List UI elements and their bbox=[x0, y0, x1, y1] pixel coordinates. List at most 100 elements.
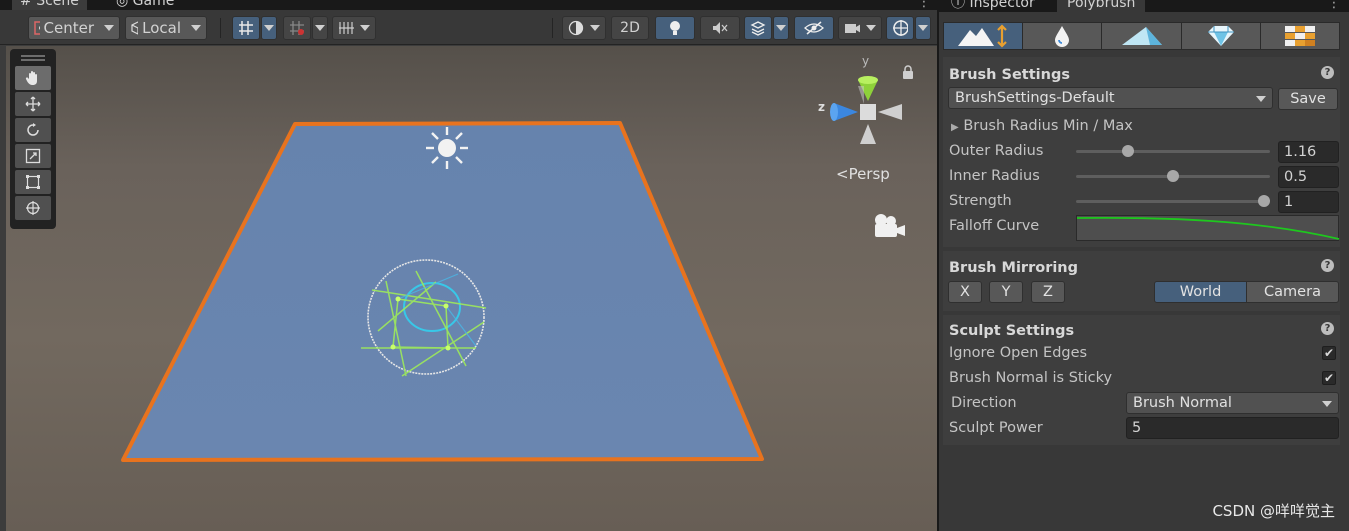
falloff-curve-label: Falloff Curve bbox=[949, 218, 1040, 234]
prefab-mode-icon bbox=[1207, 26, 1234, 46]
tab-game[interactable]: ◎ Game bbox=[108, 0, 182, 10]
grid-snapping-menu[interactable] bbox=[261, 16, 277, 40]
increment-snap-menu[interactable] bbox=[312, 16, 328, 40]
camera-settings-dropdown[interactable] bbox=[838, 16, 882, 40]
move-arrows-icon bbox=[25, 96, 41, 112]
strength-slider-knob[interactable] bbox=[1258, 195, 1270, 207]
orientation-gizmo[interactable] bbox=[830, 76, 902, 144]
scene-viewport[interactable]: y z bbox=[6, 46, 937, 531]
strength-slider[interactable] bbox=[1076, 200, 1270, 203]
ignore-open-edges-checkbox[interactable]: ✔ bbox=[1322, 346, 1336, 360]
snap-settings-dropdown[interactable] bbox=[332, 16, 376, 40]
view-tool-button[interactable] bbox=[15, 66, 51, 90]
mirror-world-button[interactable]: World bbox=[1154, 281, 1247, 303]
strength-label: Strength bbox=[949, 193, 1012, 209]
increment-snap-button[interactable] bbox=[283, 16, 311, 40]
scale-tool-button[interactable] bbox=[15, 144, 51, 168]
toggle-2d-button[interactable]: 2D bbox=[611, 16, 649, 40]
brush-settings-title: Brush Settings bbox=[949, 67, 1070, 83]
scene-view-panel: # Scene ◎ Game ⋮ Center Local 2D y z <Pe… bbox=[0, 0, 937, 531]
mirror-camera-button[interactable]: Camera bbox=[1246, 281, 1339, 303]
move-tool-button[interactable] bbox=[15, 92, 51, 116]
checkmark-icon: ✔ bbox=[1323, 346, 1335, 360]
gizmo-x-axis-cone[interactable] bbox=[878, 104, 902, 120]
grid-snapping-button[interactable] bbox=[232, 16, 260, 40]
lightbulb-icon bbox=[670, 21, 680, 35]
effects-toggle-button[interactable] bbox=[744, 16, 772, 40]
help-icon[interactable]: ? bbox=[1321, 66, 1334, 79]
selected-plane[interactable] bbox=[121, 121, 764, 462]
brush-settings-section: Brush Settings ? BrushSettings-Default S… bbox=[943, 57, 1340, 247]
brush-radius-foldout[interactable]: ▶ Brush Radius Min / Max bbox=[951, 118, 1133, 134]
tab-polybrush[interactable]: Polybrush bbox=[1057, 0, 1146, 12]
chevron-down-icon bbox=[104, 25, 114, 31]
brush-normal-sticky-label: Brush Normal is Sticky bbox=[949, 370, 1113, 386]
snap-settings-icon bbox=[339, 22, 354, 34]
scene-tab-menu-icon[interactable]: ⋮ bbox=[917, 0, 931, 10]
directional-light-icon[interactable] bbox=[426, 127, 468, 169]
gizmos-toggle-button[interactable] bbox=[886, 16, 914, 40]
info-icon: ⓘ bbox=[951, 0, 965, 11]
help-icon[interactable]: ? bbox=[1321, 322, 1334, 335]
checkmark-icon: ✔ bbox=[1323, 371, 1335, 385]
padlock-icon[interactable] bbox=[903, 65, 913, 79]
inner-radius-slider-knob[interactable] bbox=[1167, 170, 1179, 182]
mode-prefab-button[interactable] bbox=[1181, 23, 1261, 49]
layers-icon bbox=[750, 21, 766, 36]
outer-radius-slider[interactable] bbox=[1076, 150, 1270, 153]
sculpt-power-label: Sculpt Power bbox=[949, 420, 1043, 436]
eye-hidden-icon bbox=[804, 21, 824, 35]
mode-paint-vertex-button[interactable] bbox=[1102, 23, 1182, 49]
watermark-text: CSDN @咩咩觉主 bbox=[1212, 502, 1335, 520]
ignore-open-edges-label: Ignore Open Edges bbox=[949, 345, 1088, 361]
inspector-menu-icon[interactable]: ⋮ bbox=[1327, 0, 1341, 11]
brush-normal-sticky-checkbox[interactable]: ✔ bbox=[1322, 371, 1336, 385]
effects-menu[interactable] bbox=[773, 16, 789, 40]
mode-sculpt-button[interactable] bbox=[944, 23, 1024, 49]
increment-snap-icon bbox=[290, 21, 304, 35]
transform-tool-button[interactable] bbox=[15, 196, 51, 220]
projection-label[interactable]: <Persp bbox=[836, 165, 890, 183]
rect-tool-button[interactable] bbox=[15, 170, 51, 194]
sculpt-power-field[interactable]: 5 bbox=[1126, 417, 1339, 439]
scene-tab-bar: # Scene ◎ Game ⋮ bbox=[0, 0, 937, 10]
mode-texture-button[interactable] bbox=[1260, 23, 1340, 49]
brush-preset-dropdown[interactable]: BrushSettings-Default bbox=[948, 87, 1273, 109]
gizmos-menu[interactable] bbox=[915, 16, 931, 40]
pivot-center-icon bbox=[34, 21, 40, 35]
grid-snap-icon bbox=[239, 21, 253, 35]
chevron-down-icon bbox=[1256, 96, 1266, 102]
lighting-toggle-button[interactable] bbox=[655, 16, 695, 40]
rotate-tool-button[interactable] bbox=[15, 118, 51, 142]
tab-inspector[interactable]: ⓘ Inspector bbox=[941, 0, 1045, 12]
strength-field[interactable]: 1 bbox=[1278, 191, 1339, 213]
sculpt-settings-section: Sculpt Settings ? Ignore Open Edges ✔ Br… bbox=[943, 315, 1340, 445]
gizmo-globe-icon bbox=[893, 20, 908, 36]
camera-icon bbox=[845, 24, 860, 33]
audio-toggle-button[interactable] bbox=[700, 16, 740, 40]
help-icon[interactable]: ? bbox=[1321, 259, 1334, 272]
chevron-down-icon bbox=[1322, 401, 1332, 407]
tab-scene[interactable]: # Scene bbox=[12, 0, 87, 10]
mirror-y-button[interactable]: Y bbox=[989, 281, 1023, 303]
mode-smooth-button[interactable] bbox=[1023, 23, 1103, 49]
direction-dropdown[interactable]: Brush Normal bbox=[1126, 392, 1339, 414]
scene-tab-icon: # bbox=[20, 0, 32, 9]
scene-camera-icon[interactable] bbox=[875, 214, 905, 237]
overlay-grip[interactable] bbox=[21, 55, 45, 61]
save-brush-button[interactable]: Save bbox=[1278, 88, 1338, 110]
inner-radius-field[interactable]: 0.5 bbox=[1278, 166, 1339, 188]
pivot-space-dropdown[interactable]: Local bbox=[125, 16, 207, 40]
rotate-icon bbox=[27, 123, 39, 136]
falloff-curve-field[interactable] bbox=[1076, 215, 1340, 241]
scene-visibility-button[interactable] bbox=[794, 16, 834, 40]
outer-radius-slider-knob[interactable] bbox=[1121, 145, 1134, 157]
outer-radius-label: Outer Radius bbox=[949, 143, 1044, 159]
pivot-mode-dropdown[interactable]: Center bbox=[28, 16, 120, 40]
outer-radius-field[interactable]: 1.16 bbox=[1278, 141, 1339, 163]
rect-transform-icon bbox=[26, 175, 40, 189]
draw-mode-dropdown[interactable] bbox=[562, 16, 606, 40]
mirror-z-button[interactable]: Z bbox=[1031, 281, 1065, 303]
toolbar-separator bbox=[220, 18, 221, 38]
mirror-x-button[interactable]: X bbox=[948, 281, 982, 303]
